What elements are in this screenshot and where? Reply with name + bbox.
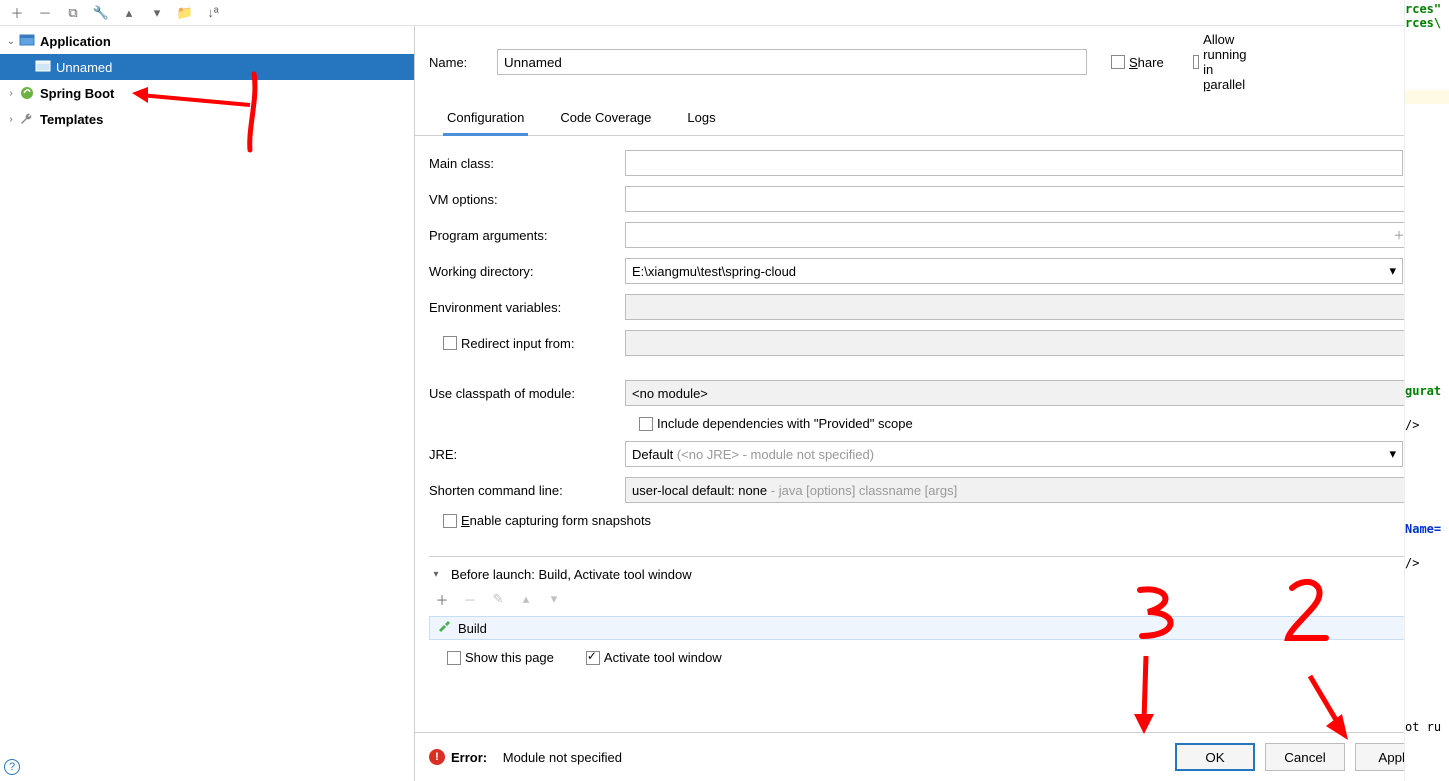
activate-window-checkbox[interactable]: Activate tool window: [586, 650, 722, 665]
tabs: Configuration Code Coverage Logs: [415, 100, 1449, 136]
wrench-icon: [18, 111, 36, 127]
apply-button[interactable]: Apply: [1355, 743, 1435, 771]
browse-jre-button[interactable]: …: [1409, 441, 1435, 467]
browse-main-class-button[interactable]: …: [1409, 150, 1435, 176]
work-dir-input[interactable]: E:\xiangmu\test\spring-cloud▾: [625, 258, 1403, 284]
tree-node-application[interactable]: ⌄ Application: [0, 28, 414, 54]
expand-icon[interactable]: ⤢: [1415, 225, 1435, 245]
folder-icon[interactable]: 📁: [176, 4, 194, 22]
spring-icon: [18, 85, 36, 101]
tab-configuration[interactable]: Configuration: [443, 104, 528, 136]
remove-icon[interactable]: －: [461, 590, 479, 608]
folder-icon[interactable]: 📁: [1415, 297, 1435, 317]
tab-logs[interactable]: Logs: [683, 104, 719, 135]
before-launch-item-build[interactable]: Build: [429, 616, 1435, 640]
add-icon[interactable]: ＋: [8, 4, 26, 22]
name-label: Name:: [429, 55, 487, 70]
label-prog-args: Program arguments:: [429, 228, 625, 243]
enable-snapshots-checkbox[interactable]: Enable capturing form snapshots: [443, 513, 651, 528]
before-launch-section: ▾Before launch: Build, Activate tool win…: [429, 556, 1435, 675]
parallel-checkbox[interactable]: Allow running in parallel: [1193, 32, 1251, 92]
label-vm-options: VM options:: [429, 192, 625, 207]
label-jre: JRE:: [429, 447, 625, 462]
label-redirect: Redirect input from:: [429, 336, 625, 351]
edit-icon[interactable]: ✎: [489, 590, 507, 608]
tree-label-unnamed: Unnamed: [56, 60, 112, 75]
config-tree-pane: ⌄ Application Unnamed › Spring Boot › Te…: [0, 26, 415, 781]
name-row: Name: Share Allow running in parallel: [415, 26, 1449, 100]
tree-label-application: Application: [40, 34, 111, 49]
dropdown-icon: ▾: [1389, 446, 1396, 462]
add-icon[interactable]: ＋: [433, 590, 451, 608]
main-layout: ⌄ Application Unnamed › Spring Boot › Te…: [0, 26, 1449, 781]
dropdown-icon: ▾: [1389, 263, 1396, 279]
expand-icon[interactable]: ⤢: [1415, 189, 1435, 209]
shorten-select[interactable]: user-local default: none - java [options…: [625, 477, 1435, 503]
classpath-select[interactable]: <no module>▾: [625, 380, 1435, 406]
jre-select[interactable]: Default (<no JRE> - module not specified…: [625, 441, 1403, 467]
label-classpath: Use classpath of module:: [429, 386, 625, 401]
remove-icon[interactable]: －: [36, 4, 54, 22]
expand-icon[interactable]: ⌄: [4, 36, 18, 47]
cancel-button[interactable]: Cancel: [1265, 743, 1345, 771]
up-icon[interactable]: ▴: [120, 4, 138, 22]
top-toolbar: ＋ － ⧉ 🔧 ▴ ▾ 📁 ↓ª: [0, 0, 1449, 26]
include-provided-checkbox[interactable]: Include dependencies with "Provided" sco…: [639, 416, 913, 431]
up-icon[interactable]: ▴: [517, 590, 535, 608]
help-icon[interactable]: ?: [4, 759, 20, 775]
footer: ! Error: Module not specified OK Cancel …: [415, 732, 1449, 781]
tab-code-coverage[interactable]: Code Coverage: [556, 104, 655, 135]
app-icon: [18, 33, 36, 49]
tree-node-spring-boot[interactable]: › Spring Boot: [0, 80, 414, 106]
collapse-icon[interactable]: ›: [4, 88, 18, 99]
app-icon: [34, 59, 52, 75]
tree-label-templates: Templates: [40, 112, 103, 127]
dropdown-icon: ▾: [1421, 385, 1428, 401]
config-form-pane: Name: Share Allow running in parallel Co…: [415, 26, 1449, 781]
ok-button[interactable]: OK: [1175, 743, 1255, 771]
down-icon[interactable]: ▾: [148, 4, 166, 22]
label-env-vars: Environment variables:: [429, 300, 625, 315]
hammer-icon: [436, 620, 452, 636]
copy-icon[interactable]: ⧉: [64, 4, 82, 22]
folder-icon: 📁: [1415, 333, 1435, 353]
down-icon[interactable]: ▾: [545, 590, 563, 608]
label-work-dir: Working directory:: [429, 264, 625, 279]
tree-node-unnamed[interactable]: Unnamed: [0, 54, 414, 80]
collapse-icon[interactable]: ›: [4, 114, 18, 125]
share-checkbox[interactable]: Share: [1111, 55, 1169, 70]
browse-work-dir-button[interactable]: …: [1409, 258, 1435, 284]
dropdown-icon: ▾: [1421, 482, 1428, 498]
error-message: ! Error: Module not specified: [429, 749, 622, 765]
vm-options-input[interactable]: [625, 186, 1433, 212]
tree-node-templates[interactable]: › Templates: [0, 106, 414, 132]
main-class-input[interactable]: [625, 150, 1403, 176]
error-icon: !: [429, 749, 445, 765]
name-input[interactable]: [497, 49, 1087, 75]
form-area: Main class: … VM options: ⤢ Program argu…: [415, 136, 1449, 732]
wrench-icon[interactable]: 🔧: [92, 4, 110, 22]
env-vars-input[interactable]: [625, 294, 1433, 320]
sort-icon[interactable]: ↓ª: [204, 4, 222, 22]
tree-label-spring: Spring Boot: [40, 86, 114, 101]
plus-icon[interactable]: ＋: [1389, 225, 1409, 245]
before-launch-header[interactable]: ▾Before launch: Build, Activate tool win…: [429, 567, 1435, 582]
redirect-checkbox[interactable]: Redirect input from:: [443, 336, 625, 351]
label-main-class: Main class:: [429, 156, 625, 171]
show-page-checkbox[interactable]: Show this page: [447, 650, 554, 665]
prog-args-input[interactable]: [625, 222, 1425, 248]
redirect-input: [625, 330, 1433, 356]
label-shorten: Shorten command line:: [429, 483, 625, 498]
